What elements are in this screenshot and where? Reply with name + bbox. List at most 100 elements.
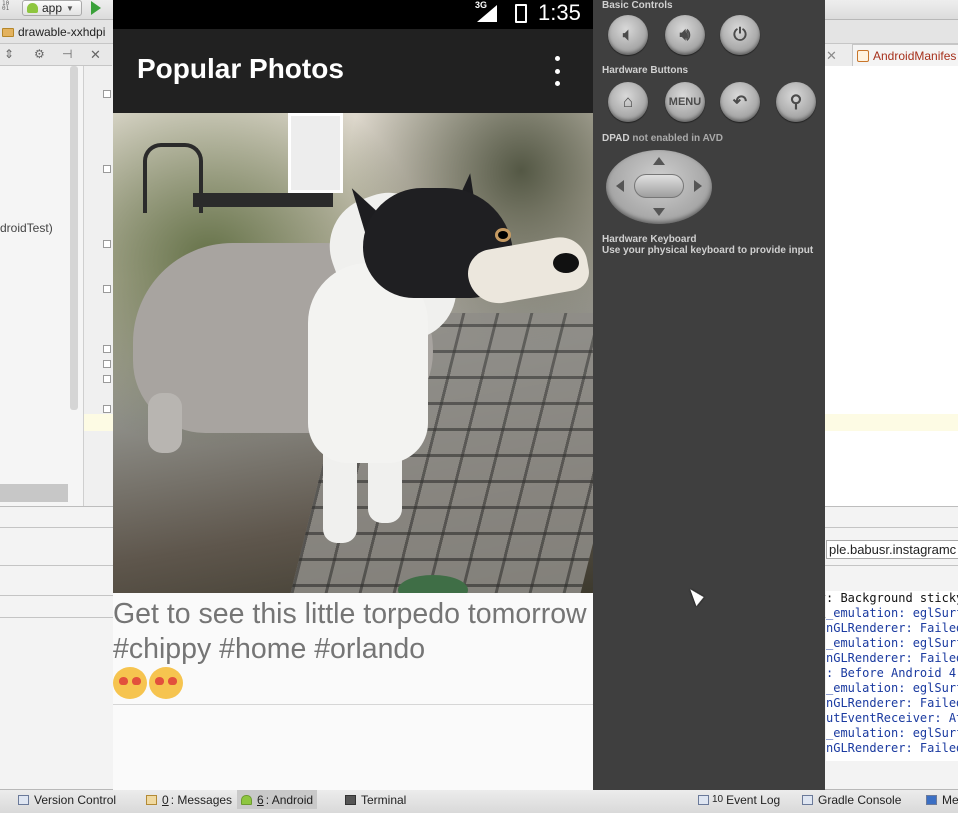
volume-up-icon: 🔊︎ [679, 25, 691, 44]
home-button[interactable]: ⌂ [608, 82, 648, 122]
event-log-label: Event Log [726, 792, 781, 807]
volume-down-button[interactable]: 🔈︎ [608, 15, 648, 55]
heart-eyes-emoji-icon [149, 667, 183, 699]
volume-up-button[interactable]: 🔊︎ [665, 15, 705, 55]
tree-item[interactable]: droidTest) [0, 221, 53, 235]
fold-icon[interactable] [103, 345, 111, 353]
log-line: _emulation: eglSurf [826, 636, 958, 650]
version-control-button[interactable]: Version Control [14, 790, 120, 809]
run-config-label: app [42, 1, 63, 15]
fold-icon[interactable] [103, 165, 111, 173]
messages-label: : Messages [170, 792, 233, 807]
tab-drawable-xxhdpi[interactable]: drawable-xxhdpi [0, 22, 105, 42]
menu-button[interactable]: MENU [665, 82, 705, 122]
dpad-label: DPAD [602, 133, 630, 144]
gear-icon[interactable]: ⚙ [34, 47, 45, 61]
dpad-right-icon[interactable] [694, 180, 702, 192]
vertical-scrollbar[interactable] [70, 66, 78, 410]
photo-dog[interactable] [113, 113, 593, 593]
basic-controls-heading: Basic Controls [602, 0, 673, 11]
close-icon[interactable]: ✕ [826, 48, 837, 64]
editor-area[interactable] [825, 66, 958, 506]
run-config-dropdown[interactable]: app ▼ [22, 0, 82, 16]
dpad-down-icon[interactable] [653, 208, 665, 216]
pin-icon[interactable]: ⊣ [62, 47, 72, 61]
photo-window [288, 113, 343, 193]
fold-icon[interactable] [103, 240, 111, 248]
emulator-screen[interactable]: 3G 1:35 Popular Photos Get to see this l… [113, 0, 593, 790]
messages-button[interactable]: 0 : Messages [142, 790, 236, 809]
dog-nose [553, 253, 579, 273]
project-tool-row: ⇕ ⚙ ⊣ ✕ [0, 44, 112, 66]
run-button[interactable] [91, 1, 101, 15]
back-icon: ↶ [732, 92, 748, 111]
list-divider [113, 704, 593, 705]
android-label: : Android [265, 792, 314, 807]
android-tool-button[interactable]: 6 : Android [237, 790, 318, 809]
log-line: _emulation: eglSurf [826, 726, 958, 740]
power-button[interactable]: ⏻ [720, 15, 760, 55]
project-tree: droidTest) [0, 66, 84, 506]
gradle-console-label: Gradle Console [818, 792, 902, 807]
more-button[interactable]: Me [922, 790, 958, 809]
log-line: nGLRenderer: Failed [826, 741, 958, 755]
fold-icon[interactable] [103, 360, 111, 368]
fold-icon[interactable] [103, 285, 111, 293]
event-log-count: 10 [712, 794, 724, 805]
caption-emoji-row [113, 667, 593, 699]
editor-gutter [84, 66, 114, 506]
dpad-center-button[interactable] [634, 174, 684, 198]
chevron-down-icon: ▼ [66, 3, 74, 13]
horizontal-scrollbar[interactable] [0, 484, 68, 502]
tab-label: drawable-xxhdpi [18, 25, 106, 39]
volume-down-icon: 🔈︎ [622, 25, 634, 44]
dpad[interactable] [606, 150, 712, 224]
dpad-status: not enabled in AVD [632, 133, 723, 144]
search-button[interactable]: ⚲ [776, 82, 816, 122]
close-icon[interactable]: ✕ [90, 47, 101, 63]
log-line: nGLRenderer: Failed [826, 696, 958, 710]
collapse-icon[interactable]: ⇕ [4, 47, 14, 61]
more-label: Me [942, 792, 958, 807]
event-log-button[interactable]: 10 Event Log [694, 790, 784, 809]
fold-icon[interactable] [103, 90, 111, 98]
hardware-buttons-heading: Hardware Buttons [602, 65, 689, 76]
dpad-left-icon[interactable] [616, 180, 624, 192]
overflow-menu-icon[interactable] [551, 56, 563, 86]
terminal-label: Terminal [361, 792, 407, 807]
messages-icon [146, 794, 157, 805]
log-line: : Background sticky [826, 591, 958, 605]
signal-icon [477, 5, 497, 22]
fold-icon[interactable] [103, 405, 111, 413]
caption-text: Get to see this little torpedo tomorrow … [113, 598, 587, 665]
back-button[interactable]: ↶ [720, 82, 760, 122]
emulator-control-panel: Basic Controls 🔈︎ 🔊︎ ⏻ Hardware Buttons … [593, 0, 825, 790]
log-line: utEventReceiver: At [826, 711, 958, 725]
home-icon: ⌂ [622, 92, 634, 111]
log-line: nGLRenderer: Failed [826, 651, 958, 665]
search-icon: ⚲ [789, 92, 803, 111]
fold-icon[interactable] [103, 375, 111, 383]
caret-line-highlight [84, 414, 114, 431]
log-line: : Before Android 4. [826, 666, 958, 680]
xml-file-icon [857, 49, 869, 62]
memory-icon [926, 794, 937, 805]
gradle-icon [802, 794, 813, 805]
event-log-icon [698, 794, 709, 805]
android-icon [241, 794, 252, 805]
log-line: _emulation: eglSurf [826, 606, 958, 620]
photo-caption: Get to see this little torpedo tomorrow … [113, 597, 593, 699]
photo-table [193, 193, 333, 207]
terminal-button[interactable]: Terminal [341, 790, 410, 809]
log-line: nGLRenderer: Failed [826, 621, 958, 635]
system-status-bar: 3G 1:35 [113, 0, 593, 29]
tab-android-manifest[interactable]: AndroidManifes [852, 44, 958, 66]
vcs-icon [18, 794, 29, 805]
tab-label: AndroidManifes [873, 48, 957, 63]
hardware-keyboard-heading: Hardware Keyboard [602, 234, 697, 245]
clock: 1:35 [538, 0, 581, 25]
gradle-console-button[interactable]: Gradle Console [798, 790, 905, 809]
dpad-up-icon[interactable] [653, 157, 665, 165]
package-filter-dropdown[interactable]: ple.babusr.instagramc [826, 540, 958, 559]
log-line: _emulation: eglSurf [826, 681, 958, 695]
